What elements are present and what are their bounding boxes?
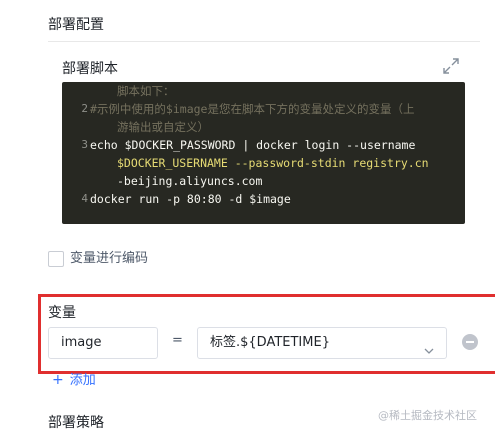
code-text: #示例中使用的$image是您在脚本下方的变量处定义的变量（上 bbox=[90, 102, 415, 116]
add-variable-button[interactable]: + 添加 bbox=[52, 369, 96, 388]
code-text: echo $DOCKER_PASSWORD | docker login --u… bbox=[90, 138, 416, 152]
deploy-script-title: 部署脚本 bbox=[62, 61, 118, 77]
variables-title: 变量 bbox=[48, 305, 76, 321]
expand-icon[interactable] bbox=[442, 57, 460, 75]
line-number: 2 bbox=[81, 102, 88, 115]
plus-icon: + bbox=[52, 372, 64, 388]
section-divider bbox=[48, 41, 480, 42]
encode-variables-label: 变量进行编码 bbox=[70, 251, 149, 266]
minus-circle-icon[interactable] bbox=[462, 334, 478, 350]
deploy-strategy-title: 部署策略 bbox=[48, 415, 104, 431]
code-text: 游输出或自定义） bbox=[117, 120, 209, 134]
deploy-config-title: 部署配置 bbox=[48, 17, 104, 33]
line-number: 3 bbox=[81, 138, 88, 151]
variable-name-input[interactable]: image bbox=[48, 327, 158, 359]
variable-value-text: 标签.${DATETIME} bbox=[210, 335, 330, 350]
code-text: 脚本如下： bbox=[117, 84, 175, 98]
code-text: $DOCKER_USERNAME --password-stdin regist… bbox=[117, 156, 429, 170]
variable-value-select[interactable]: 标签.${DATETIME} bbox=[197, 327, 447, 359]
script-editor[interactable]: 脚本如下： 2 #示例中使用的$image是您在脚本下方的变量处定义的变量（上 … bbox=[62, 82, 465, 224]
add-variable-label: 添加 bbox=[69, 373, 96, 388]
line-number: 4 bbox=[81, 192, 88, 205]
chevron-down-icon bbox=[424, 338, 434, 354]
watermark: @稀土掘金技术社区 bbox=[378, 409, 477, 422]
code-text: docker run -p 80:80 -d $image bbox=[90, 192, 291, 206]
code-text: -beijing.aliyuncs.com bbox=[117, 174, 263, 188]
equals-sign: = bbox=[172, 333, 183, 348]
encode-variables-checkbox[interactable] bbox=[48, 251, 64, 267]
